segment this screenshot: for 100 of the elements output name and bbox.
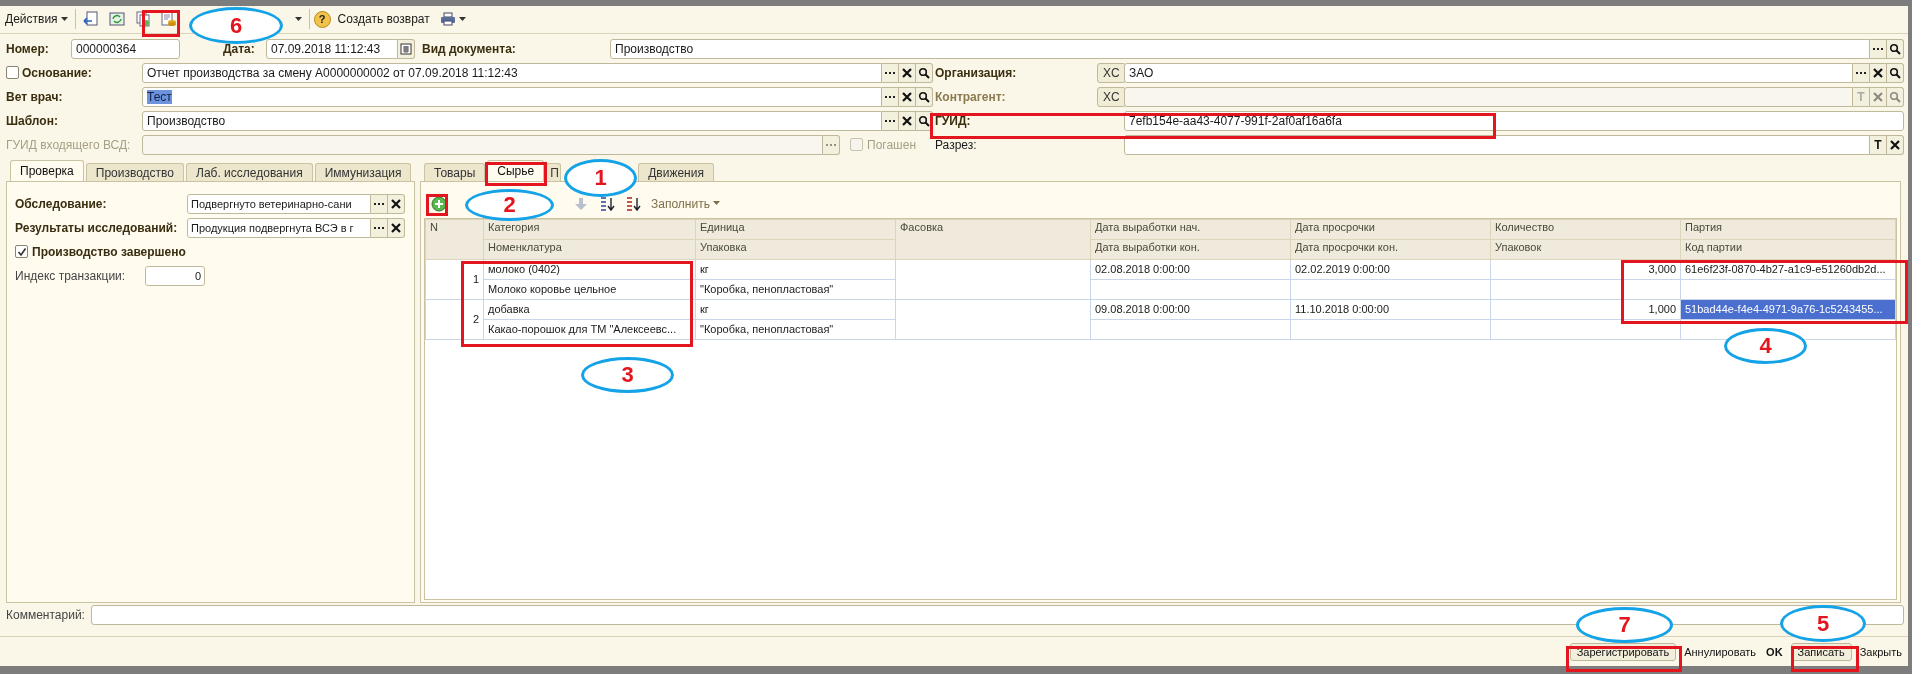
- column-header: Категория: [483, 219, 696, 240]
- input-field[interactable]: 000000364: [71, 38, 180, 59]
- printer-icon: [439, 12, 456, 27]
- calendar-button[interactable]: [398, 38, 415, 59]
- type-button[interactable]: T: [1870, 134, 1887, 155]
- ellipsis-icon: [1873, 47, 1883, 50]
- choose-button[interactable]: [1853, 62, 1870, 83]
- field-label: Вет врач:: [6, 89, 63, 104]
- choose-button[interactable]: [882, 86, 899, 107]
- clear-button[interactable]: [899, 62, 916, 83]
- document-coins-icon[interactable]: [160, 11, 177, 28]
- clear-button[interactable]: [388, 217, 405, 238]
- clear-button[interactable]: [1870, 62, 1887, 83]
- input-field[interactable]: 0: [145, 265, 205, 286]
- field-label: ГУИД:: [934, 113, 972, 128]
- choose-button[interactable]: [882, 110, 899, 131]
- caret-icon: [60, 16, 68, 22]
- clear-icon: [390, 221, 402, 234]
- tab[interactable]: Иммунизация: [314, 162, 412, 182]
- ellipsis-icon: [1856, 71, 1866, 74]
- input-field[interactable]: 7efb154e-aa43-4077-991f-2af0af16a6fa: [1124, 110, 1904, 131]
- field-label: Шаблон:: [6, 113, 58, 128]
- column-header: Единица: [695, 219, 896, 240]
- footer-button[interactable]: OK: [1764, 643, 1785, 660]
- ellipsis-icon: [885, 95, 895, 98]
- ellipsis-icon: [374, 226, 384, 229]
- clear-button[interactable]: [388, 193, 405, 214]
- sort-ascending-icon[interactable]: [599, 195, 615, 212]
- input-field[interactable]: Продукция подвергнута ВСЭ в г: [187, 217, 371, 238]
- check-icon: [16, 246, 27, 257]
- tab[interactable]: Товары: [424, 162, 486, 182]
- search-button[interactable]: [916, 62, 933, 83]
- field-label: Основание:: [22, 65, 92, 80]
- help-button[interactable]: ?: [313, 10, 331, 28]
- clear-button[interactable]: [1887, 134, 1904, 155]
- input-field[interactable]: Подвергнуто ветеринарно-сани: [187, 193, 371, 214]
- search-icon: [1889, 66, 1901, 79]
- checkbox[interactable]: [15, 245, 28, 259]
- input-field[interactable]: Производство: [610, 38, 1870, 59]
- create-return-button[interactable]: Создать возврат: [334, 10, 433, 29]
- ellipsis-icon: [885, 71, 895, 74]
- tab[interactable]: Производство: [85, 162, 184, 182]
- clear-icon: [901, 66, 913, 79]
- add-icon[interactable]: [431, 195, 447, 212]
- caret-icon[interactable]: [294, 16, 302, 22]
- field-label: Результаты исследований:: [15, 220, 179, 235]
- footer-button[interactable]: Закрыть: [1857, 643, 1904, 660]
- field-label: Разрез:: [934, 137, 978, 152]
- ellipsis-icon: [885, 119, 895, 122]
- choose-button[interactable]: [371, 193, 388, 214]
- caret-icon: [458, 16, 466, 22]
- input-field[interactable]: [142, 134, 823, 155]
- input-field[interactable]: Производство: [142, 110, 882, 131]
- field-label: Дата:: [223, 41, 256, 56]
- documents-icon[interactable]: [134, 11, 151, 28]
- field-label: Вид документа:: [422, 41, 517, 56]
- document-arrow-icon[interactable]: [82, 11, 99, 28]
- search-icon: [1889, 90, 1901, 103]
- choose-button[interactable]: [1870, 38, 1887, 59]
- sort-descending-icon[interactable]: [625, 195, 641, 212]
- checkbox[interactable]: [6, 66, 19, 80]
- field-label: Контрагент:: [934, 89, 1007, 104]
- tab[interactable]: Проверка: [10, 159, 84, 182]
- search-button[interactable]: [1887, 38, 1904, 59]
- column-header: Фасовка: [895, 219, 1091, 260]
- field-label: Комментарий:: [6, 607, 85, 622]
- input-field[interactable]: Отчет производства за смену А0000000002 от 07.09.2018 11:12:43: [142, 62, 882, 83]
- prefix-button[interactable]: XC: [1097, 62, 1126, 83]
- search-icon: [918, 66, 930, 79]
- fill-menu[interactable]: Заполнить: [648, 194, 723, 213]
- column-header: Количество: [1490, 219, 1681, 240]
- tab[interactable]: Движения: [638, 162, 714, 182]
- choose-button[interactable]: [882, 62, 899, 83]
- field-label: Обследование:: [15, 196, 108, 211]
- field-label: Индекс транзакции:: [15, 268, 127, 283]
- input-field[interactable]: 07.09.2018 11:12:43: [266, 38, 398, 59]
- highlight-frame: [142, 10, 180, 37]
- footer-button[interactable]: Аннулировать: [1682, 643, 1759, 660]
- input-field[interactable]: [1124, 86, 1853, 107]
- input-field[interactable]: ЗАО: [1124, 62, 1853, 83]
- column-header: Партия: [1680, 219, 1896, 240]
- actions-menu[interactable]: Действия: [2, 10, 71, 29]
- clear-button[interactable]: [899, 86, 916, 107]
- highlight-frame: [1791, 646, 1859, 672]
- tab[interactable]: Лаб. исследования: [186, 162, 313, 182]
- search-button[interactable]: [916, 86, 933, 107]
- search-icon: [1889, 42, 1901, 55]
- input-field[interactable]: [1124, 134, 1870, 155]
- search-button[interactable]: [1887, 62, 1904, 83]
- refresh-icon[interactable]: [108, 11, 125, 28]
- choose-button[interactable]: [371, 217, 388, 238]
- field-label: Номер:: [5, 41, 50, 56]
- search-icon: [918, 90, 930, 103]
- clear-button[interactable]: [899, 110, 916, 131]
- input-field[interactable]: Тест: [142, 86, 882, 107]
- clear-icon: [1872, 90, 1884, 103]
- calendar-icon: [400, 42, 412, 55]
- clear-icon: [901, 90, 913, 103]
- column-header: Дата просрочки: [1290, 219, 1491, 240]
- highlight-frame: [426, 194, 448, 216]
